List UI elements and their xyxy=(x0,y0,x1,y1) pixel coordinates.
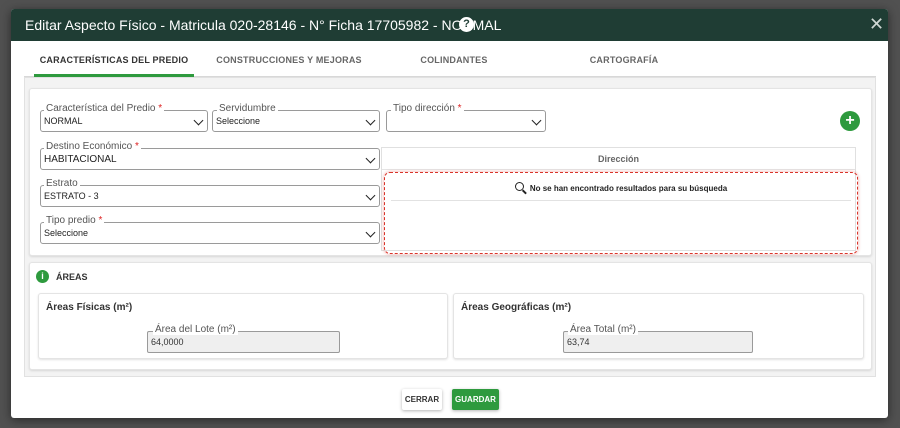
chevron-down-icon xyxy=(193,115,204,126)
tipo-direccion-label: Tipo dirección * xyxy=(391,103,464,114)
caracteristica-value: NORMAL xyxy=(44,116,83,126)
tab-caracteristicas[interactable]: CARACTERÍSTICAS DEL PREDIO xyxy=(34,47,194,77)
chevron-down-icon xyxy=(365,153,376,164)
estrato-label: Estrato xyxy=(44,178,80,189)
chevron-down-icon xyxy=(365,190,376,201)
modal-title: Editar Aspecto Físico - Matricula 020-28… xyxy=(25,17,502,33)
areas-fisicas-title: Áreas Físicas (m²) xyxy=(46,302,133,313)
direccion-empty-state: No se han encontrado resultados para su … xyxy=(384,172,858,254)
tipo-predio-value: Seleccione xyxy=(44,228,89,238)
direccion-column-header: Dirección xyxy=(382,148,855,170)
tab-cartografia[interactable]: CARTOGRAFÍA xyxy=(544,47,704,77)
areas-card: i ÁREAS Áreas Físicas (m²) 64,0000 Área … xyxy=(29,262,872,370)
guardar-button[interactable]: GUARDAR xyxy=(452,389,499,410)
servidumbre-label: Servidumbre xyxy=(217,103,278,114)
tipo-predio-label: Tipo predio * xyxy=(44,215,105,226)
caracteristica-label: Característica del Predio * xyxy=(44,103,165,114)
empty-message: No se han encontrado resultados para su … xyxy=(385,182,857,193)
areas-geograficas-card: Áreas Geográficas (m²) 63,74 Área Total … xyxy=(453,293,864,359)
area-lote-label: Área del Lote (m²) xyxy=(153,324,238,335)
chevron-down-icon xyxy=(365,227,376,238)
area-total-label: Área Total (m²) xyxy=(568,324,638,335)
info-icon: i xyxy=(36,270,49,283)
search-icon xyxy=(514,182,524,191)
edit-aspecto-fisico-modal: Editar Aspecto Físico - Matricula 020-28… xyxy=(11,9,888,418)
areas-title: ÁREAS xyxy=(56,272,88,282)
tab-colindantes[interactable]: COLINDANTES xyxy=(384,47,524,77)
chevron-down-icon xyxy=(531,115,542,126)
estrato-value: ESTRATO - 3 xyxy=(44,191,99,201)
help-icon[interactable]: ? xyxy=(459,17,474,32)
add-direccion-button[interactable]: + xyxy=(840,111,860,131)
tab-panel: NORMAL Característica del Predio * Selec… xyxy=(24,77,876,377)
estrato-select[interactable]: ESTRATO - 3 xyxy=(40,185,380,207)
cerrar-button[interactable]: CERRAR xyxy=(402,389,442,410)
direccion-table: Dirección No se han encontrado resultado… xyxy=(381,147,858,254)
areas-fisicas-card: Áreas Físicas (m²) 64,0000 Área del Lote… xyxy=(38,293,448,359)
destino-value: HABITACIONAL xyxy=(44,154,117,165)
tab-construcciones[interactable]: CONSTRUCCIONES Y MEJORAS xyxy=(204,47,374,77)
chevron-down-icon xyxy=(365,115,376,126)
destino-label: Destino Económico * xyxy=(44,141,141,152)
servidumbre-value: Seleccione xyxy=(216,116,261,126)
close-icon[interactable]: ✕ xyxy=(869,14,884,34)
divider xyxy=(391,200,851,201)
tab-bar: CARACTERÍSTICAS DEL PREDIO CONSTRUCCIONE… xyxy=(24,47,876,77)
areas-geograficas-title: Áreas Geográficas (m²) xyxy=(461,302,572,313)
modal-header: Editar Aspecto Físico - Matricula 020-28… xyxy=(11,9,888,41)
